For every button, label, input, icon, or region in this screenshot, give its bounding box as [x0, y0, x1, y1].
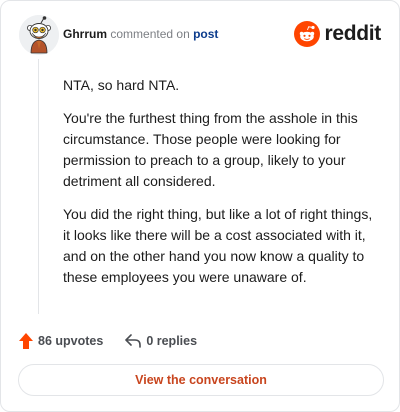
thread-line	[38, 59, 39, 314]
action-text: commented on	[110, 27, 190, 41]
avatar[interactable]	[19, 15, 59, 55]
comment-paragraph: You did the right thing, but like a lot …	[63, 206, 373, 285]
reddit-wordmark: reddit	[324, 22, 381, 45]
upvote-count: 86 upvotes	[38, 334, 104, 348]
comment-header: Ghrrum commented on post reddit	[19, 15, 381, 55]
reply-arrow-icon	[125, 334, 142, 348]
snoo-avatar-icon	[19, 15, 59, 55]
comment-meta: Ghrrum commented on post	[63, 27, 218, 41]
comment-body: NTA, so hard NTA. You're the furthest th…	[63, 75, 378, 300]
username[interactable]: Ghrrum	[63, 27, 107, 41]
reddit-logo[interactable]: reddit	[294, 21, 381, 47]
reply-count: 0 replies	[146, 334, 198, 348]
reddit-snoo-icon	[294, 21, 321, 47]
upvote-arrow-icon	[19, 333, 33, 349]
comment-card: Ghrrum commented on post reddit NTA, so …	[0, 0, 400, 412]
view-conversation-button[interactable]: View the conversation	[18, 364, 384, 396]
comment-paragraph: NTA, so hard NTA.	[63, 77, 180, 93]
comment-paragraph: You're the furthest thing from the assho…	[63, 110, 358, 189]
post-link[interactable]: post	[193, 27, 218, 41]
comment-actions: 86 upvotes 0 replies	[19, 330, 197, 352]
replies-button[interactable]: 0 replies	[125, 334, 197, 348]
upvote-button[interactable]: 86 upvotes	[19, 333, 103, 349]
